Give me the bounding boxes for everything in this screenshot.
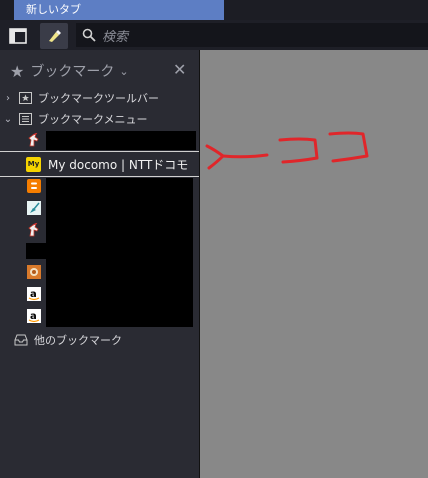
amazon-icon[interactable]: a (26, 286, 42, 302)
close-icon[interactable]: ✕ (173, 60, 186, 79)
bookmark-my-docomo[interactable]: My My docomo | NTTドコモ (0, 151, 199, 177)
content-area (199, 50, 428, 478)
menu-folder-icon (18, 112, 32, 126)
redacted-bookmark-icon (26, 243, 46, 259)
tab-new-tab[interactable]: 新しいタブ (14, 0, 224, 20)
chevron-down-icon: ⌄ (3, 113, 13, 125)
bookmark-panel-header[interactable]: ★ ブックマーク ⌄ (10, 60, 129, 82)
amazon-icon[interactable]: a (26, 308, 42, 324)
tab-strip: 新しいタブ (0, 0, 428, 20)
chevron-down-icon: ⌄ (119, 64, 129, 78)
inbox-folder-icon (14, 333, 28, 347)
hand-drawn-annotation (205, 131, 369, 170)
search-icon (82, 28, 96, 42)
folder-bookmarks-toolbar[interactable]: › ブックマークツールバー (0, 88, 199, 108)
search-bar[interactable]: 検索 (76, 23, 428, 47)
panel-title: ブックマーク (30, 64, 115, 80)
bookmark-sidebar: ★ ブックマーク ⌄ ✕ › ブックマークツールバー ⌄ ブックマークメニュー … (0, 50, 199, 478)
unicorn-icon[interactable] (26, 132, 42, 148)
folder-bookmarks-menu[interactable]: ⌄ ブックマークメニュー (0, 109, 199, 129)
blogger-icon[interactable] (26, 178, 42, 194)
highlighter-icon (49, 30, 61, 42)
toolbar: 検索 (0, 20, 428, 50)
star-icon: ★ (10, 61, 25, 81)
search-input[interactable]: 検索 (102, 26, 128, 45)
docomo-icon: My (26, 156, 41, 172)
chevron-right-icon: › (6, 92, 10, 104)
unicorn-icon[interactable] (26, 222, 42, 238)
sidebar-icon (9, 28, 27, 44)
redacted-bookmark-labels (46, 178, 193, 327)
folder-other-bookmarks[interactable]: 他のブックマーク (0, 330, 199, 350)
broom-icon[interactable] (26, 200, 42, 216)
sidebar-toggle-button[interactable] (4, 23, 32, 49)
toolbar-folder-icon (18, 91, 32, 105)
redacted-bookmark-label (46, 131, 196, 150)
highlighter-button[interactable] (40, 23, 68, 49)
wood-logo-icon[interactable] (26, 264, 42, 280)
